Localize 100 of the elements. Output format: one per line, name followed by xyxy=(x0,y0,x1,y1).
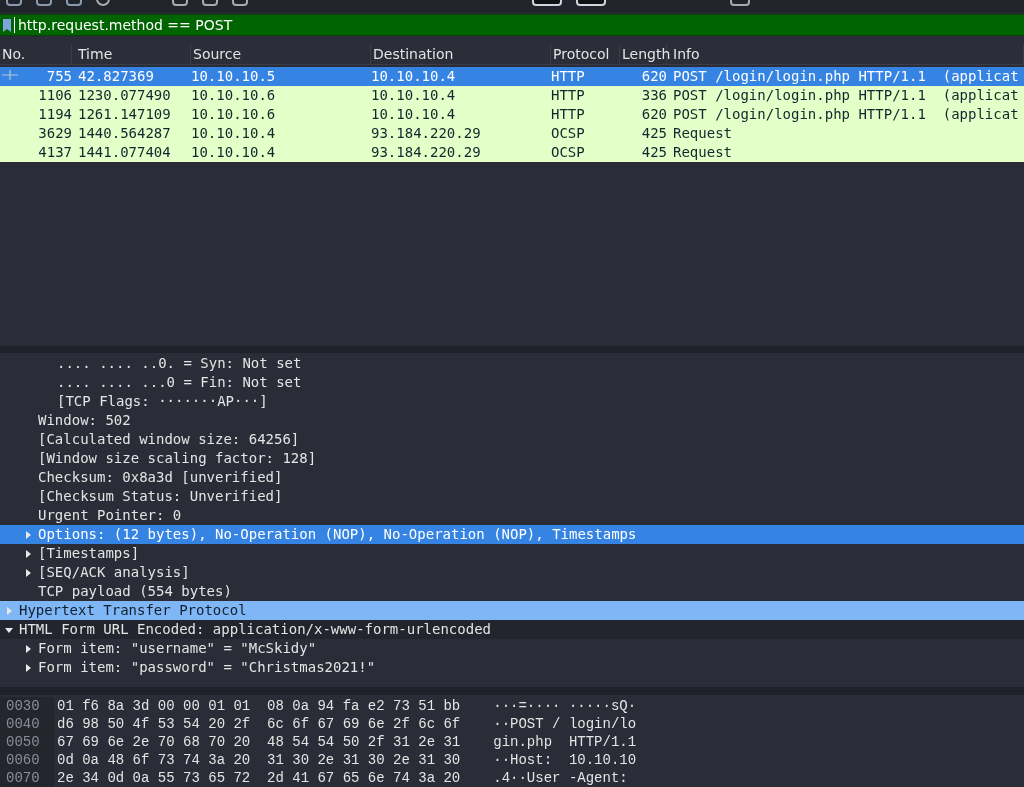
table-cell: 1261.147109 xyxy=(78,106,171,122)
hex-bytes: 0d 0a 48 6f 73 74 3a 20 31 30 2e 31 30 2e 31 30 xyxy=(57,750,461,770)
tree-item-label: .... .... ..0. = Syn: Not set xyxy=(57,354,302,373)
packet-row[interactable]: 4137 1441.077404 10.10.10.4 93.184.220.29 OCSP 425 Request xyxy=(0,143,1024,162)
table-cell: 3629 xyxy=(38,125,72,141)
column-header[interactable]: Length xyxy=(622,43,671,65)
tree-item-label: Form item: "password" = "Christmas2021!" xyxy=(38,658,376,677)
table-cell: 10.10.10.4 xyxy=(371,87,456,103)
hex-offset: 0050 xyxy=(0,733,54,751)
tree-row[interactable]: Form item: "password" = "Christmas2021!" xyxy=(0,658,1024,677)
table-cell: 10.10.10.4 xyxy=(371,68,456,84)
hex-bytes: 67 69 6e 2e 70 68 70 20 48 54 54 50 2f 31 2e 31 xyxy=(57,732,461,752)
packet-row[interactable]: 1194 1261.147109 10.10.10.6 10.10.10.4 HTTP 620 POST /login/login.php HTTP/1.1 (applicat xyxy=(0,105,1024,124)
tree-row[interactable]: Options: (12 bytes), No-Operation (NOP), No-Operation (NOP), Timestamps xyxy=(0,525,1024,544)
tree-item-label: .... .... ...0 = Fin: Not set xyxy=(57,373,302,392)
hex-bytes: 2e 34 0d 0a 55 73 65 72 2d 41 67 65 6e 74 3a 20 xyxy=(57,768,461,787)
table-cell: Request xyxy=(673,125,732,141)
tree-row[interactable]: Urgent Pointer: 0 xyxy=(0,506,1024,525)
table-cell: 1230.077490 xyxy=(78,87,171,103)
expand-arrow-icon[interactable] xyxy=(24,663,32,672)
bookmark-icon[interactable] xyxy=(3,18,11,32)
hex-ascii: ··POST / login/lo xyxy=(492,714,637,734)
table-cell: 620 xyxy=(641,68,667,84)
column-header[interactable]: No. xyxy=(2,43,26,65)
table-cell: HTTP xyxy=(551,106,585,122)
tree-row[interactable]: .... .... ...0 = Fin: Not set xyxy=(0,373,1024,392)
tree-row[interactable]: [TCP Flags: ·······AP···] xyxy=(0,392,1024,411)
tree-row[interactable]: Window: 502 xyxy=(0,411,1024,430)
packet-row[interactable]: 3629 1440.564287 10.10.10.4 93.184.220.29 OCSP 425 Request xyxy=(0,124,1024,143)
tree-item-label: Hypertext Transfer Protocol xyxy=(19,601,247,620)
table-cell: POST /login/login.php HTTP/1.1 (applicat xyxy=(673,87,1019,103)
tree-item-label: [Window size scaling factor: 128] xyxy=(38,449,317,468)
tree-row[interactable]: [Window size scaling factor: 128] xyxy=(0,449,1024,468)
column-header[interactable]: Info xyxy=(673,44,700,64)
table-cell: 1106 xyxy=(38,87,72,103)
hex-bytes: d6 98 50 4f 53 54 20 2f 6c 6f 67 69 6e 2f 6c 6f xyxy=(57,714,461,734)
tree-row[interactable]: [SEQ/ACK analysis] xyxy=(0,563,1024,582)
hex-offset: 0030 xyxy=(0,697,54,715)
tree-item-label: Form item: "username" = "McSkidy" xyxy=(38,639,317,658)
hex-ascii: .4··User -Agent: xyxy=(492,768,628,787)
hex-offset: 0060 xyxy=(0,751,54,769)
related-packet-icon xyxy=(2,69,18,81)
hex-bytes: 01 f6 8a 3d 00 00 01 01 08 0a 94 fa e2 73 51 bb xyxy=(57,696,461,716)
table-cell: 42.827369 xyxy=(78,68,154,84)
packet-row[interactable]: 1106 1230.077490 10.10.10.6 10.10.10.4 HTTP 336 POST /login/login.php HTTP/1.1 (applicat xyxy=(0,86,1024,105)
table-cell: 10.10.10.6 xyxy=(191,87,276,103)
tree-item-label: Urgent Pointer: 0 xyxy=(38,506,182,525)
tree-row[interactable]: [Calculated window size: 64256] xyxy=(0,430,1024,449)
tree-row[interactable]: [Timestamps] xyxy=(0,544,1024,563)
table-cell: HTTP xyxy=(551,87,585,103)
table-cell: 755 xyxy=(46,68,72,84)
table-cell: 425 xyxy=(641,144,667,160)
packet-row[interactable]: 755 42.827369 10.10.10.5 10.10.10.4 HTTP 620 POST /login/login.php HTTP/1.1 (applicat xyxy=(0,67,1024,86)
tree-item-label: [Checksum Status: Unverified] xyxy=(38,487,283,506)
tree-row[interactable]: .... .... ..0. = Syn: Not set xyxy=(0,354,1024,373)
column-header[interactable]: Protocol xyxy=(553,43,610,65)
table-cell: 1440.564287 xyxy=(78,125,171,141)
tree-item-label: [Calculated window size: 64256] xyxy=(38,430,300,449)
tree-item-label: HTML Form URL Encoded: application/x-www-form-urlencoded xyxy=(19,620,491,639)
table-cell: POST /login/login.php HTTP/1.1 (applicat xyxy=(673,106,1019,122)
tree-row[interactable]: [Checksum Status: Unverified] xyxy=(0,487,1024,506)
column-header[interactable]: Time xyxy=(78,43,113,65)
tree-row[interactable]: TCP payload (554 bytes) xyxy=(0,582,1024,601)
column-header[interactable]: Destination xyxy=(373,43,454,65)
hex-ascii: gin.php HTTP/1.1 xyxy=(492,732,637,752)
collapse-arrow-icon[interactable] xyxy=(5,625,13,634)
tree-item-label: Options: (12 bytes), No-Operation (NOP), No-Operation (NOP), Timestamps xyxy=(38,525,637,544)
hex-ascii: ··Host: 10.10.10 xyxy=(492,750,637,770)
table-cell: 1441.077404 xyxy=(78,144,171,160)
table-cell: POST /login/login.php HTTP/1.1 (applicat xyxy=(673,68,1019,84)
tree-item-label: TCP payload (554 bytes) xyxy=(38,582,232,601)
tree-row[interactable]: Checksum: 0x8a3d [unverified] xyxy=(0,468,1024,487)
tree-item-label: [Timestamps] xyxy=(38,544,140,563)
hex-offset: 0070 xyxy=(0,769,54,787)
tree-item-label: [TCP Flags: ·······AP···] xyxy=(57,392,268,411)
table-cell: 336 xyxy=(641,87,667,103)
expand-arrow-icon[interactable] xyxy=(24,568,32,577)
table-cell: OCSP xyxy=(551,125,585,141)
hex-offset: 0040 xyxy=(0,715,54,733)
table-cell: 93.184.220.29 xyxy=(371,144,481,160)
expand-arrow-icon[interactable] xyxy=(24,549,32,558)
table-cell: 10.10.10.4 xyxy=(371,106,456,122)
table-cell: 620 xyxy=(641,106,667,122)
table-cell: 1194 xyxy=(38,106,72,122)
expand-arrow-icon[interactable] xyxy=(24,644,32,653)
column-header[interactable]: Source xyxy=(193,43,242,65)
tree-row[interactable]: Form item: "username" = "McSkidy" xyxy=(0,639,1024,658)
table-cell: 10.10.10.4 xyxy=(191,144,276,160)
table-cell: HTTP xyxy=(551,68,585,84)
table-cell: 10.10.10.6 xyxy=(191,106,276,122)
hex-ascii: ···=···· ·····sQ· xyxy=(492,696,637,716)
table-cell: 425 xyxy=(641,125,667,141)
tree-row[interactable]: Hypertext Transfer Protocol xyxy=(0,601,1024,620)
table-cell: 10.10.10.5 xyxy=(191,68,276,84)
tree-row[interactable]: HTML Form URL Encoded: application/x-www-form-urlencoded xyxy=(0,620,1024,639)
table-cell: 4137 xyxy=(38,144,72,160)
tree-item-label: Window: 502 xyxy=(38,411,131,430)
table-cell: OCSP xyxy=(551,144,585,160)
table-cell: Request xyxy=(673,144,732,160)
table-cell: 10.10.10.4 xyxy=(191,125,276,141)
